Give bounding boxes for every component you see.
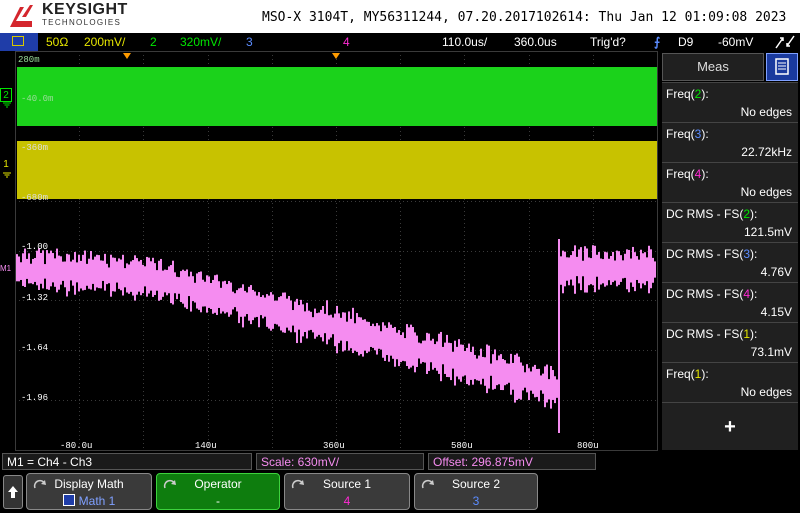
measurement-value: 22.72kHz (741, 145, 792, 159)
add-measurement-button[interactable]: + (662, 408, 798, 446)
ch3-number[interactable]: 3 (246, 35, 253, 49)
math-axis-label-4: -1.96 (21, 393, 48, 403)
measurement-value: 4.76V (760, 265, 792, 279)
time-label-3: 360u (323, 441, 345, 451)
channel-1-icon (12, 36, 24, 46)
ch1-waveform (17, 141, 657, 199)
channel-1-badge[interactable] (0, 33, 38, 51)
ch1-impedance[interactable]: 50Ω (46, 35, 68, 49)
measurement-list: Freq(2): No edges Freq(3): 22.72kHz Freq… (662, 82, 798, 450)
ch1-axis-label: -360m (21, 143, 48, 153)
timebase-delay[interactable]: 360.0us (514, 35, 557, 49)
time-label-1: -80.0u (60, 441, 92, 451)
arrow-up-icon (8, 486, 18, 498)
ch2-number[interactable]: 2 (150, 35, 157, 49)
measurement-item[interactable]: Freq(4): No edges (662, 162, 798, 202)
measurement-value: 73.1mV (750, 345, 792, 359)
trigger-edge-icon: ⨍ (654, 35, 661, 49)
ch2-ground-marker[interactable]: 2 (0, 88, 14, 108)
measurement-value: 4.15V (760, 305, 792, 319)
ch2-axis-label: -40.0m (21, 94, 53, 104)
checkbox-icon (62, 494, 75, 506)
ch1-scale[interactable]: 200mV/ (84, 35, 125, 49)
instrument-info: MSO-X 3104T, MY56311244, 07.20.201710261… (262, 10, 787, 25)
ground-icon (3, 172, 11, 178)
ch4-number[interactable]: 4 (343, 35, 350, 49)
math-axis-label-2: -1.32 (21, 293, 48, 303)
measurement-item[interactable]: DC RMS - FS(1): 73.1mV (662, 322, 798, 362)
measurement-value: No edges (740, 185, 792, 199)
ch2-axis-label-top: 280m (18, 55, 40, 65)
measurement-item[interactable]: Freq(1): No edges (662, 362, 798, 402)
measurement-value: No edges (740, 105, 792, 119)
math-expression: M1 = Ch4 - Ch3 (2, 453, 252, 470)
document-icon (775, 58, 789, 75)
status-bar: 50Ω 200mV/ 2 320mV/ 3 4 110.0us/ 360.0us… (0, 33, 800, 51)
time-label-5: 800u (577, 441, 599, 451)
math-axis-label-1: -1.00 (21, 242, 48, 252)
ch1-ground-marker[interactable]: 1 (0, 158, 14, 178)
source-2-softkey[interactable]: Source 2 3 (414, 473, 538, 510)
display-math-softkey[interactable]: Display Math Math 1 (26, 473, 152, 510)
trigger-status: Trig'd? (590, 35, 626, 49)
brand-subtitle: TECHNOLOGIES (42, 18, 122, 27)
time-label-2: 140u (195, 441, 217, 451)
ch2-scale[interactable]: 320mV/ (180, 35, 221, 49)
trigger-source[interactable]: D9 (678, 35, 693, 49)
tab-measurements[interactable]: Meas (662, 53, 764, 81)
waveform-display[interactable]: 280m -40.0m -360m -680m -1.00 -1.32 -1.6… (15, 51, 658, 451)
tab-documents[interactable] (766, 53, 798, 81)
measurement-item[interactable]: DC RMS - FS(2): 121.5mV (662, 202, 798, 242)
keysight-logo-icon (10, 5, 33, 27)
time-label-4: 580u (451, 441, 473, 451)
measurement-value: No edges (740, 385, 792, 399)
ground-icon (3, 102, 11, 108)
math-axis-label-3: -1.64 (21, 343, 48, 353)
math-offset[interactable]: Offset: 296.875mV (428, 453, 596, 470)
trigger-level[interactable]: -60mV (718, 35, 753, 49)
math-scale[interactable]: Scale: 630mV/ (256, 453, 424, 470)
ch2-waveform (17, 67, 657, 126)
operator-softkey[interactable]: Operator - (156, 473, 280, 510)
measurement-item[interactable]: DC RMS - FS(4): 4.15V (662, 282, 798, 322)
timebase-scale[interactable]: 110.0us/ (442, 35, 487, 49)
menu-up-button[interactable] (3, 475, 23, 509)
touch-toggle-icon[interactable] (774, 34, 796, 50)
measurement-item[interactable]: Freq(2): No edges (662, 82, 798, 122)
source-1-softkey[interactable]: Source 1 4 (284, 473, 410, 510)
brand-name: KEYSIGHT (42, 1, 128, 18)
measurement-value: 121.5mV (743, 225, 792, 239)
measurement-item[interactable]: Freq(3): 22.72kHz (662, 122, 798, 162)
math-offset-marker[interactable]: M1 (0, 264, 14, 276)
ch1-axis-label-bottom: -680m (21, 193, 48, 203)
measurement-item[interactable]: DC RMS - FS(3): 4.76V (662, 242, 798, 282)
